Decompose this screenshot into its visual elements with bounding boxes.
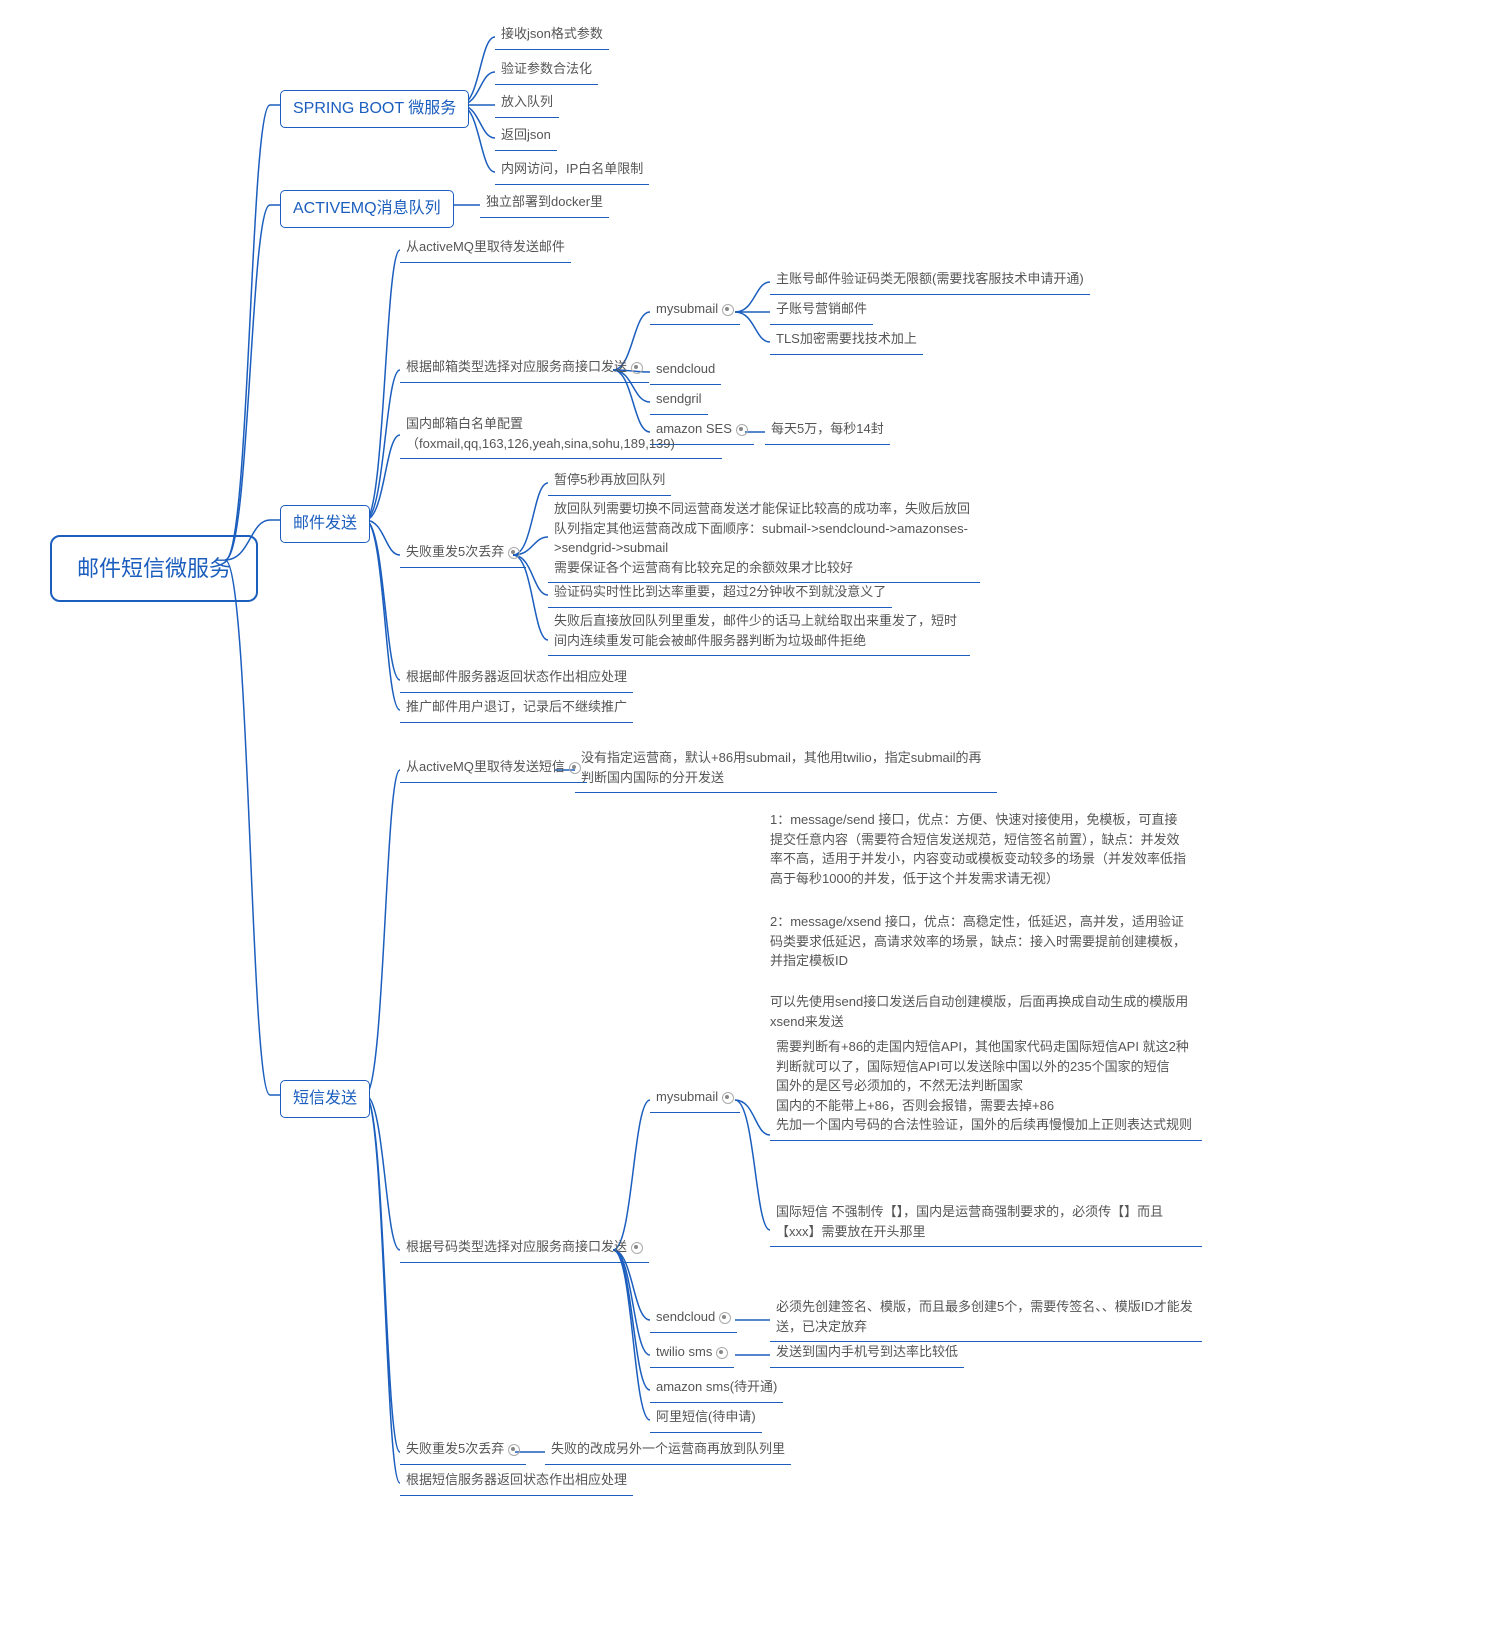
sms-ali: 阿里短信(待申请) (650, 1405, 762, 1433)
mail-mysubmail-item: 主账号邮件验证码类无限额(需要找客服技术申请开通) (770, 267, 1090, 295)
mail-pull: 从activeMQ里取待发送邮件 (400, 235, 571, 263)
sms-status: 根据短信服务器返回状态作出相应处理 (400, 1468, 633, 1496)
expand-icon[interactable] (736, 424, 748, 436)
mail-mysubmail-item: TLS加密需要找技术加上 (770, 327, 923, 355)
root-node[interactable]: 邮件短信微服务 (50, 535, 258, 602)
sms-retry[interactable]: 失败重发5次丢弃 (400, 1437, 526, 1465)
sms-mysubmail-note: 2：message/xsend 接口，优点：高稳定性，低延迟，高并发，适用验证码… (770, 912, 1190, 971)
sms-mysubmail-item: 需要判断有+86的走国内短信API，其他国家代码走国际短信API 就这2种判断就… (770, 1035, 1202, 1141)
sms-pull[interactable]: 从activeMQ里取待发送短信 (400, 755, 587, 783)
mail-node[interactable]: 邮件发送 (280, 505, 370, 543)
expand-icon[interactable] (716, 1347, 728, 1359)
expand-icon[interactable] (722, 1092, 734, 1104)
sms-retry-note: 失败的改成另外一个运营商再放到队列里 (545, 1437, 791, 1465)
mail-retry-item: 失败后直接放回队列里重发，邮件少的话马上就给取出来重发了，短时间内连续重发可能会… (548, 609, 970, 656)
expand-icon[interactable] (508, 547, 520, 559)
spring-item: 内网访问，IP白名单限制 (495, 157, 649, 185)
sms-mysubmail-note: 可以先使用send接口发送后自动创建模版，后面再换成自动生成的模版用xsend来… (770, 992, 1190, 1031)
sms-select[interactable]: 根据号码类型选择对应服务商接口发送 (400, 1235, 649, 1263)
sms-twilio[interactable]: twilio sms (650, 1340, 734, 1368)
mail-sendgril: sendgril (650, 387, 708, 415)
spring-item: 放入队列 (495, 90, 559, 118)
expand-icon[interactable] (631, 1242, 643, 1254)
mail-status: 根据邮件服务器返回状态作出相应处理 (400, 665, 633, 693)
mail-mysubmail-item: 子账号营销邮件 (770, 297, 873, 325)
mail-mysubmail[interactable]: mysubmail (650, 297, 740, 325)
expand-icon[interactable] (508, 1444, 520, 1456)
sms-sendcloud-note: 必须先创建签名、模版，而且最多创建5个，需要传签名、、模版ID才能发送，已决定放… (770, 1295, 1202, 1342)
spring-node[interactable]: SPRING BOOT 微服务 (280, 90, 469, 128)
mail-retry-item: 暂停5秒再放回队列 (548, 468, 671, 496)
sms-mysubmail-note: 1：message/send 接口，优点：方便、快速对接使用，免模板，可直接提交… (770, 810, 1190, 888)
amq-item: 独立部署到docker里 (480, 190, 609, 218)
mail-select[interactable]: 根据邮箱类型选择对应服务商接口发送 (400, 355, 649, 383)
mail-retry-item: 验证码实时性比到达率重要，超过2分钟收不到就没意义了 (548, 580, 892, 608)
mail-ses-note: 每天5万，每秒14封 (765, 417, 890, 445)
mail-sendcloud: sendcloud (650, 357, 721, 385)
mail-retry[interactable]: 失败重发5次丢弃 (400, 540, 526, 568)
sms-sendcloud[interactable]: sendcloud (650, 1305, 737, 1333)
sms-mysubmail[interactable]: mysubmail (650, 1085, 740, 1113)
sms-amazon: amazon sms(待开通) (650, 1375, 783, 1403)
spring-item: 接收json格式参数 (495, 22, 609, 50)
expand-icon[interactable] (719, 1312, 731, 1324)
amq-node[interactable]: ACTIVEMQ消息队列 (280, 190, 454, 228)
mail-whitelist: 国内邮箱白名单配置（foxmail,qq,163,126,yeah,sina,s… (400, 412, 722, 459)
mail-unsub: 推广邮件用户退订，记录后不继续推广 (400, 695, 633, 723)
expand-icon[interactable] (722, 304, 734, 316)
sms-twilio-note: 发送到国内手机号到达率比较低 (770, 1340, 964, 1368)
sms-pull-note: 没有指定运营商，默认+86用submail，其他用twilio，指定submai… (575, 746, 997, 793)
spring-item: 验证参数合法化 (495, 57, 598, 85)
mail-retry-item: 放回队列需要切换不同运营商发送才能保证比较高的成功率，失败后放回队列指定其他运营… (548, 497, 980, 583)
sms-node[interactable]: 短信发送 (280, 1080, 370, 1118)
spring-item: 返回json (495, 123, 557, 151)
sms-mysubmail-item: 国际短信 不强制传【】，国内是运营商强制要求的，必须传【】而且【xxx】需要放在… (770, 1200, 1202, 1247)
expand-icon[interactable] (631, 362, 643, 374)
